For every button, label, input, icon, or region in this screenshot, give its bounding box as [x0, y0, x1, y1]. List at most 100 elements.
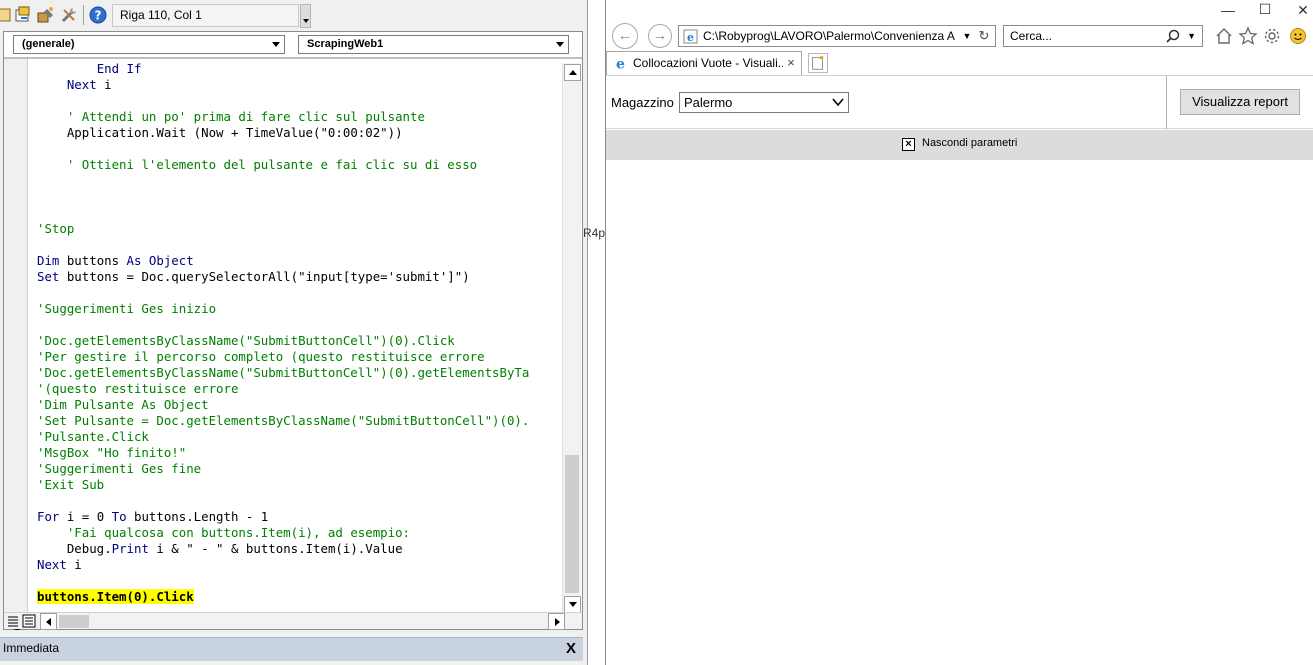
collapse-x-icon[interactable]: ×	[902, 138, 915, 151]
search-icon[interactable]	[1166, 29, 1180, 43]
code-token: buttons.Length - 1	[126, 509, 269, 524]
code-line: 'Stop	[37, 221, 529, 237]
code-margin[interactable]	[4, 59, 28, 630]
toolbox-icon[interactable]	[37, 6, 55, 24]
code-comment: 'Dim Pulsante As Object	[37, 397, 209, 412]
refresh-icon[interactable]: ↻	[976, 26, 992, 46]
code-comment: 'Per gestire il percorso completo (quest…	[37, 349, 485, 364]
code-line: 'Doc.getElementsByClassName("SubmitButto…	[37, 333, 529, 349]
search-placeholder: Cerca...	[1010, 29, 1053, 43]
maximize-icon[interactable]: ☐	[1255, 0, 1275, 19]
code-line: 'MsgBox "Ho finito!"	[37, 445, 529, 461]
chevron-down-icon[interactable]	[832, 97, 844, 107]
tab-active[interactable]: e Collocazioni Vuote - Visuali... ×	[606, 51, 802, 75]
close-icon[interactable]: ✕	[1293, 0, 1313, 20]
procedure-combo[interactable]: ScrapingWeb1	[298, 35, 569, 54]
code-comment: 'MsgBox "Ho finito!"	[37, 445, 187, 460]
code-comment: ' Attendi un po' prima di fare clic sul …	[66, 109, 425, 124]
parameter-area: Magazzino Palermo Visualizza report	[606, 76, 1313, 129]
forward-button[interactable]: →	[648, 24, 672, 48]
tab-close-icon[interactable]: ×	[785, 52, 797, 74]
smiley-feedback-icon[interactable]	[1288, 26, 1308, 46]
code-line: Set buttons = Doc.querySelectorAll("inpu…	[37, 269, 529, 285]
view-report-button[interactable]: Visualizza report	[1180, 89, 1300, 115]
new-tab-icon[interactable]	[808, 53, 828, 73]
address-dropdown-icon[interactable]: ▼	[961, 26, 973, 46]
horizontal-scroll-thumb[interactable]	[59, 615, 89, 628]
close-icon[interactable]: X	[563, 641, 579, 657]
chevron-down-icon[interactable]	[268, 36, 284, 53]
chevron-down-icon[interactable]	[552, 36, 568, 53]
code-token: i	[66, 557, 82, 572]
code-window: (generale) ScrapingWeb1 End If Next i ' …	[3, 31, 583, 630]
procedure-view-icon[interactable]	[6, 614, 20, 628]
ie-page-icon: e	[616, 57, 625, 72]
code-keyword: Next	[37, 557, 67, 572]
gear-icon[interactable]	[1262, 26, 1282, 46]
code-line: Application.Wait (Now + TimeValue("0:00:…	[37, 125, 529, 141]
procedure-combo-value: ScrapingWeb1	[307, 38, 384, 50]
toolbar-partial-icon[interactable]	[0, 6, 14, 24]
scroll-right-button[interactable]	[548, 613, 565, 630]
help-icon[interactable]: ?	[89, 6, 107, 24]
tools-icon[interactable]	[60, 6, 78, 24]
code-comment: 'Fai qualcosa con buttons.Item(i), ad es…	[66, 525, 410, 540]
search-box[interactable]: Cerca... ▼	[1003, 25, 1203, 47]
immediate-window-titlebar[interactable]: Immediata X	[0, 637, 583, 661]
code-line: Dim buttons As Object	[37, 253, 529, 269]
code-line: Debug.Print i & " - " & buttons.Item(i).…	[37, 541, 529, 557]
toolbar-options-chevron-icon[interactable]	[300, 4, 311, 28]
code-keyword: Next	[66, 77, 97, 92]
vba-toolbar: ? Riga 110, Col 1	[0, 0, 587, 31]
horizontal-scrollbar[interactable]	[4, 612, 582, 630]
scroll-down-button[interactable]	[564, 596, 581, 613]
home-icon[interactable]	[1214, 26, 1234, 46]
code-line: 'Per gestire il percorso completo (quest…	[37, 349, 529, 365]
toolbar-separator	[83, 5, 84, 25]
code-line: '(questo restituisce errore	[37, 381, 529, 397]
code-token: i = 0	[59, 509, 112, 524]
code-token: Debug.	[66, 541, 112, 556]
svg-text:e: e	[687, 31, 694, 44]
object-browser-icon[interactable]	[14, 6, 32, 24]
back-button[interactable]: ←	[612, 23, 638, 49]
magazzino-select[interactable]: Palermo	[679, 92, 849, 113]
hide-parameters-label[interactable]: Nascondi parametri	[922, 137, 1017, 149]
scroll-up-button[interactable]	[564, 64, 581, 81]
code-keyword: To	[111, 509, 127, 524]
scroll-left-button[interactable]	[40, 613, 57, 630]
window-controls: — ☐ ✕	[1173, 0, 1313, 24]
code-editor[interactable]: End If Next i ' Attendi un po' prima di …	[29, 59, 562, 615]
code-keyword: Dim	[37, 253, 60, 268]
code-line: ' Attendi un po' prima di fare clic sul …	[37, 109, 529, 125]
full-module-view-icon[interactable]	[22, 614, 36, 628]
address-bar[interactable]: e C:\Robyprog\LAVORO\Palermo\Convenienza…	[678, 25, 996, 47]
tab-bar: e Collocazioni Vuote - Visuali... ×	[606, 51, 1313, 75]
vertical-scrollbar[interactable]	[562, 63, 581, 615]
code-comment: 'Suggerimenti Ges inizio	[37, 301, 217, 316]
code-token: buttons = Doc.querySelectorAll("input[ty…	[59, 269, 470, 284]
code-comment: 'Stop	[37, 221, 75, 236]
favorites-star-icon[interactable]	[1238, 26, 1258, 46]
object-combo[interactable]: (generale)	[13, 35, 285, 54]
code-token: i & " - " & buttons.Item(i).Value	[148, 541, 403, 556]
address-text: C:\Robyprog\LAVORO\Palermo\Convenienza A	[703, 29, 955, 43]
vertical-scroll-thumb[interactable]	[565, 455, 579, 593]
parameter-divider	[1166, 76, 1167, 129]
code-line: 'Pulsante.Click	[37, 429, 529, 445]
search-dropdown-icon[interactable]: ▼	[1187, 26, 1196, 46]
hide-parameters-bar[interactable]: × Nascondi parametri	[606, 130, 1313, 160]
code-keyword: Print	[111, 541, 149, 556]
minimize-icon[interactable]: —	[1218, 0, 1238, 20]
object-combo-value: (generale)	[22, 38, 75, 50]
